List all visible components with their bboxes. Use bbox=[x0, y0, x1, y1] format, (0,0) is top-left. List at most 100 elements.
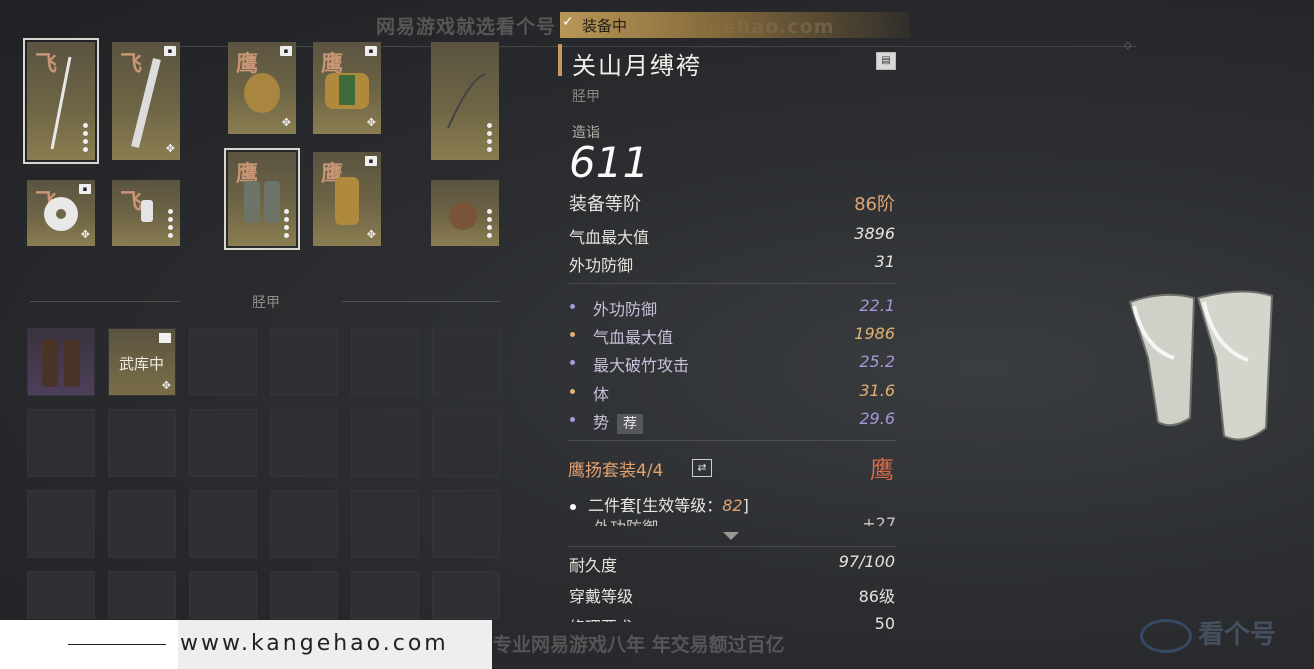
equipped-banner: ✓ 装备中 bbox=[560, 12, 910, 38]
helmet-icon bbox=[244, 72, 280, 113]
slot-accessory-disc[interactable]: 飞 ▪ ✥ bbox=[27, 180, 95, 246]
durability-row: 耐久度 97/100 bbox=[569, 552, 895, 575]
slot-accessory-pendant[interactable]: 飞 bbox=[112, 180, 180, 246]
wear-level-value: 86级 bbox=[858, 587, 895, 606]
inventory-slot[interactable] bbox=[270, 571, 338, 619]
inventory-slot[interactable] bbox=[270, 409, 338, 477]
lock-icon: ▪ bbox=[365, 156, 377, 166]
bullet-icon bbox=[570, 304, 575, 309]
sub-stat-row: 气血最大值 1986 bbox=[569, 324, 895, 347]
power-value: 611 bbox=[569, 138, 650, 187]
stat-value: 25.2 bbox=[859, 352, 895, 371]
scroll-down-icon[interactable] bbox=[723, 532, 739, 540]
inventory-slot[interactable] bbox=[27, 409, 95, 477]
logo-watermark: 看个号 bbox=[1140, 614, 1276, 653]
set-compare-icon[interactable]: ⇄ bbox=[692, 459, 712, 477]
slot-bow[interactable] bbox=[431, 42, 499, 160]
inventory-slot[interactable] bbox=[189, 490, 257, 558]
stat-value: 31.6 bbox=[859, 381, 895, 400]
section-header: 胫甲 bbox=[30, 292, 500, 312]
rank-dots bbox=[487, 206, 493, 238]
set-bonus-text: 二件套[生效等级： bbox=[588, 496, 723, 515]
quality-icon: ✥ bbox=[161, 379, 171, 392]
jade-disc-icon bbox=[44, 197, 78, 232]
inventory-slot[interactable] bbox=[108, 409, 176, 477]
item-type: 胫甲 bbox=[572, 89, 600, 105]
set-bonus-level: 82 bbox=[722, 496, 743, 515]
slot-armor[interactable]: 鹰 ▪ ✥ bbox=[313, 42, 381, 134]
durability-label: 耐久度 bbox=[569, 556, 618, 575]
base-stat-row: 气血最大值 3896 bbox=[569, 224, 895, 247]
rank-dots bbox=[284, 206, 290, 238]
sub-stat-row: 外功防御 22.1 bbox=[569, 296, 895, 319]
inventory-slot[interactable] bbox=[432, 490, 500, 558]
inventory-slot[interactable] bbox=[189, 571, 257, 619]
sub-stat-row: 体 31.6 bbox=[569, 381, 895, 404]
quality-icon: ✥ bbox=[165, 142, 175, 155]
greaves-item-icon bbox=[42, 339, 80, 387]
slot-jug[interactable] bbox=[431, 180, 499, 246]
item-name: 关山月缚袴 bbox=[572, 52, 702, 80]
inventory-slot[interactable] bbox=[108, 490, 176, 558]
stat-label: 外功防御 bbox=[594, 514, 658, 526]
inventory-slot[interactable] bbox=[189, 328, 257, 396]
inventory-slot[interactable] bbox=[27, 571, 95, 619]
slot-weapon-secondary[interactable]: 飞 ▪ ✥ bbox=[112, 42, 180, 160]
divider bbox=[568, 546, 896, 547]
tier-label: 装备等阶 bbox=[569, 194, 641, 215]
stat-label: 势 bbox=[593, 413, 610, 432]
inventory-slot[interactable] bbox=[351, 328, 419, 396]
spear-icon bbox=[50, 57, 72, 150]
inventory-slot[interactable] bbox=[351, 409, 419, 477]
inventory-slot[interactable] bbox=[27, 490, 95, 558]
bullet-icon bbox=[570, 417, 575, 422]
bullet-icon bbox=[570, 389, 575, 394]
inventory-item-caption: 武库中 bbox=[119, 355, 165, 373]
title-accent bbox=[558, 44, 562, 76]
greaves-preview bbox=[1128, 290, 1274, 441]
share-icon[interactable]: ▤ bbox=[876, 52, 896, 70]
bow-icon bbox=[447, 73, 487, 129]
pendant-icon bbox=[141, 200, 153, 223]
rank-dots bbox=[487, 120, 493, 152]
inventory-slot[interactable] bbox=[432, 409, 500, 477]
inventory-slot[interactable] bbox=[270, 328, 338, 396]
inventory-slot[interactable] bbox=[270, 490, 338, 558]
lock-icon: ▪ bbox=[79, 184, 91, 194]
inventory-slot[interactable] bbox=[189, 409, 257, 477]
stat-label: 最大破竹攻击 bbox=[593, 356, 690, 375]
set-bonus: 二件套[生效等级：82] bbox=[570, 492, 749, 516]
slot-bracers[interactable]: 鹰 ▪ ✥ bbox=[313, 152, 381, 246]
sub-stat-row: 最大破竹攻击 25.2 bbox=[569, 352, 895, 375]
quality-icon: ✥ bbox=[366, 228, 376, 241]
equipped-label: 装备中 bbox=[582, 17, 628, 35]
lock-icon: ▪ bbox=[280, 46, 292, 56]
quality-icon: ✥ bbox=[366, 116, 376, 129]
stat-value: +27 bbox=[862, 514, 896, 526]
stat-label: 体 bbox=[593, 385, 610, 404]
base-stat-row: 外功防御 31 bbox=[569, 252, 895, 275]
stat-value: 3896 bbox=[854, 224, 895, 243]
sword-icon bbox=[131, 58, 161, 149]
section-title: 胫甲 bbox=[252, 295, 280, 311]
inventory-slot[interactable] bbox=[27, 328, 95, 396]
set-bonus-stat-cut: 外功防御 +27 bbox=[568, 514, 896, 526]
slot-helmet[interactable]: 鹰 ▪ ✥ bbox=[228, 42, 296, 134]
inventory-slot[interactable] bbox=[432, 571, 500, 619]
inventory-slot[interactable] bbox=[351, 571, 419, 619]
inventory-slot[interactable] bbox=[108, 571, 176, 619]
tier-value: 86阶 bbox=[854, 194, 895, 215]
wear-level-row: 穿戴等级 86级 bbox=[569, 583, 895, 606]
greaves-icon bbox=[244, 180, 280, 223]
divider bbox=[568, 440, 896, 441]
slot-weapon-main[interactable]: 飞 bbox=[23, 38, 99, 164]
slot-greaves[interactable]: 鹰 bbox=[224, 148, 300, 250]
inventory-slot[interactable] bbox=[432, 328, 500, 396]
inventory-slot[interactable]: 武库中 ✥ bbox=[108, 328, 176, 396]
divider bbox=[568, 283, 896, 284]
stat-value: 31 bbox=[874, 252, 895, 271]
rule bbox=[68, 644, 166, 645]
inventory-slot[interactable] bbox=[351, 490, 419, 558]
lock-icon: ▪ bbox=[365, 46, 377, 56]
jug-icon bbox=[449, 202, 477, 231]
